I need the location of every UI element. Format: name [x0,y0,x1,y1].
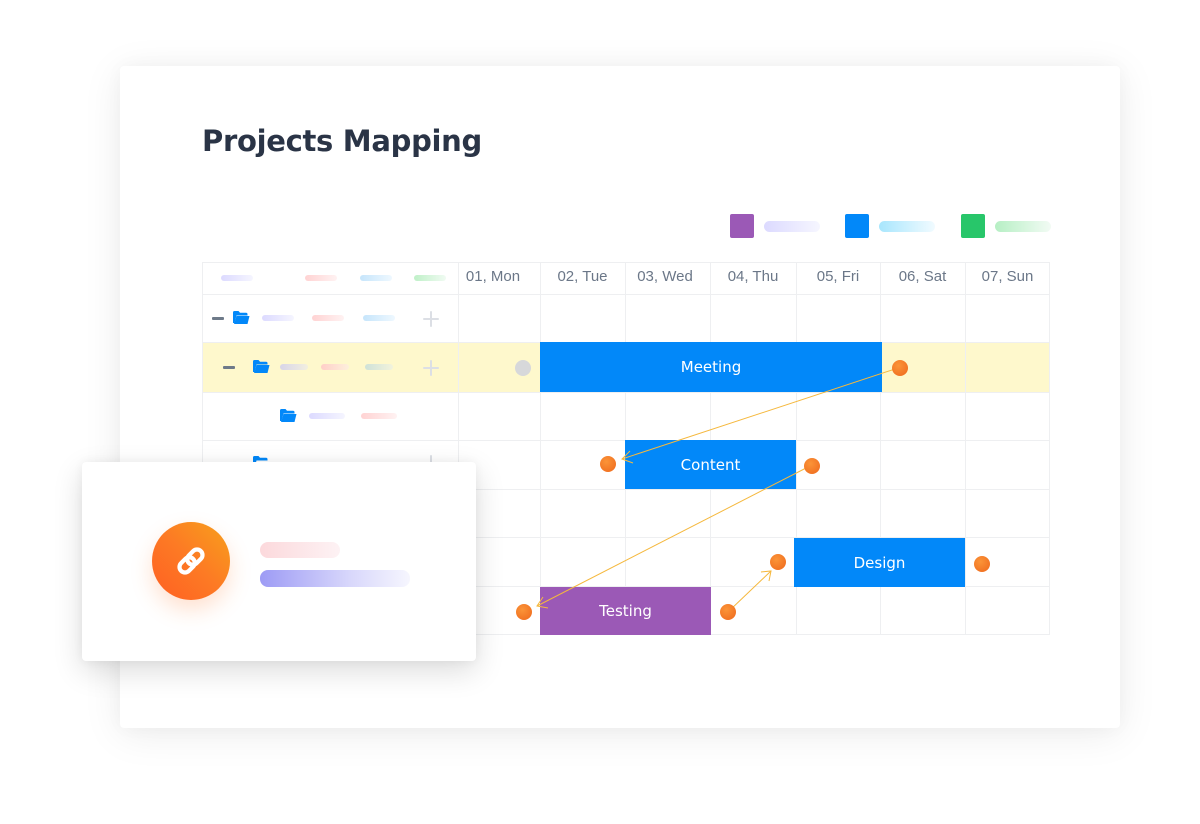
day-header-2: 02, Tue [557,268,608,285]
grid-line [540,262,541,635]
connector-dot-content-end[interactable] [804,458,820,474]
connector-dot-disabled[interactable] [515,360,531,376]
day-header-1: 01, Mon [465,268,521,285]
collapse-icon[interactable] [212,317,224,320]
link-popup-card [82,462,476,661]
legend-swatch [845,214,869,238]
connector-dot-design-end[interactable] [974,556,990,572]
column-header-progress[interactable] [414,275,446,281]
day-header-5: 05, Fri [816,268,860,285]
task-bar-content[interactable]: Content [625,440,796,489]
task-name-placeholder [262,315,294,321]
task-bar-testing[interactable]: Testing [540,587,711,635]
task-start-placeholder [321,364,349,370]
connector-dot-testing-end[interactable] [720,604,736,620]
task-start-placeholder [312,315,344,321]
legend-swatch [961,214,985,238]
connector-dot-content-start[interactable] [600,456,616,472]
legend-label-placeholder [764,221,820,232]
legend-label-placeholder [995,221,1051,232]
task-bar-design[interactable]: Design [794,538,965,587]
grid-line [202,294,1050,295]
grid-line [1049,262,1050,635]
day-header-6: 06, Sat [898,268,947,285]
task-name-placeholder [309,413,345,419]
task-duration-placeholder [363,315,395,321]
day-header-4: 04, Thu [727,268,779,285]
folder-open-icon [233,311,250,324]
legend-label-placeholder [879,221,935,232]
task-bar-meeting[interactable]: Meeting [540,342,882,392]
folder-open-icon [253,360,270,373]
day-header-7: 07, Sun [981,268,1034,285]
column-header-name[interactable] [221,275,253,281]
task-name-placeholder [280,364,308,370]
grid-line [202,392,1050,393]
column-header-start[interactable] [305,275,337,281]
add-task-icon[interactable] [423,360,439,376]
connector-dot-testing-start[interactable] [516,604,532,620]
popup-subtitle-placeholder [260,570,410,587]
link-badge[interactable] [152,522,230,600]
legend-swatch [730,214,754,238]
task-start-placeholder [361,413,397,419]
task-duration-placeholder [365,364,393,370]
popup-title-placeholder [260,542,340,558]
day-header-3: 03, Wed [637,268,693,285]
column-header-duration[interactable] [360,275,392,281]
connector-dot-meeting-end[interactable] [892,360,908,376]
add-task-icon[interactable] [423,311,439,327]
page-title: Projects Mapping [202,124,482,158]
folder-open-icon [280,409,297,422]
connector-dot-design-start[interactable] [770,554,786,570]
grid-line [965,262,966,635]
collapse-icon[interactable] [223,366,235,369]
link-icon [177,547,205,575]
